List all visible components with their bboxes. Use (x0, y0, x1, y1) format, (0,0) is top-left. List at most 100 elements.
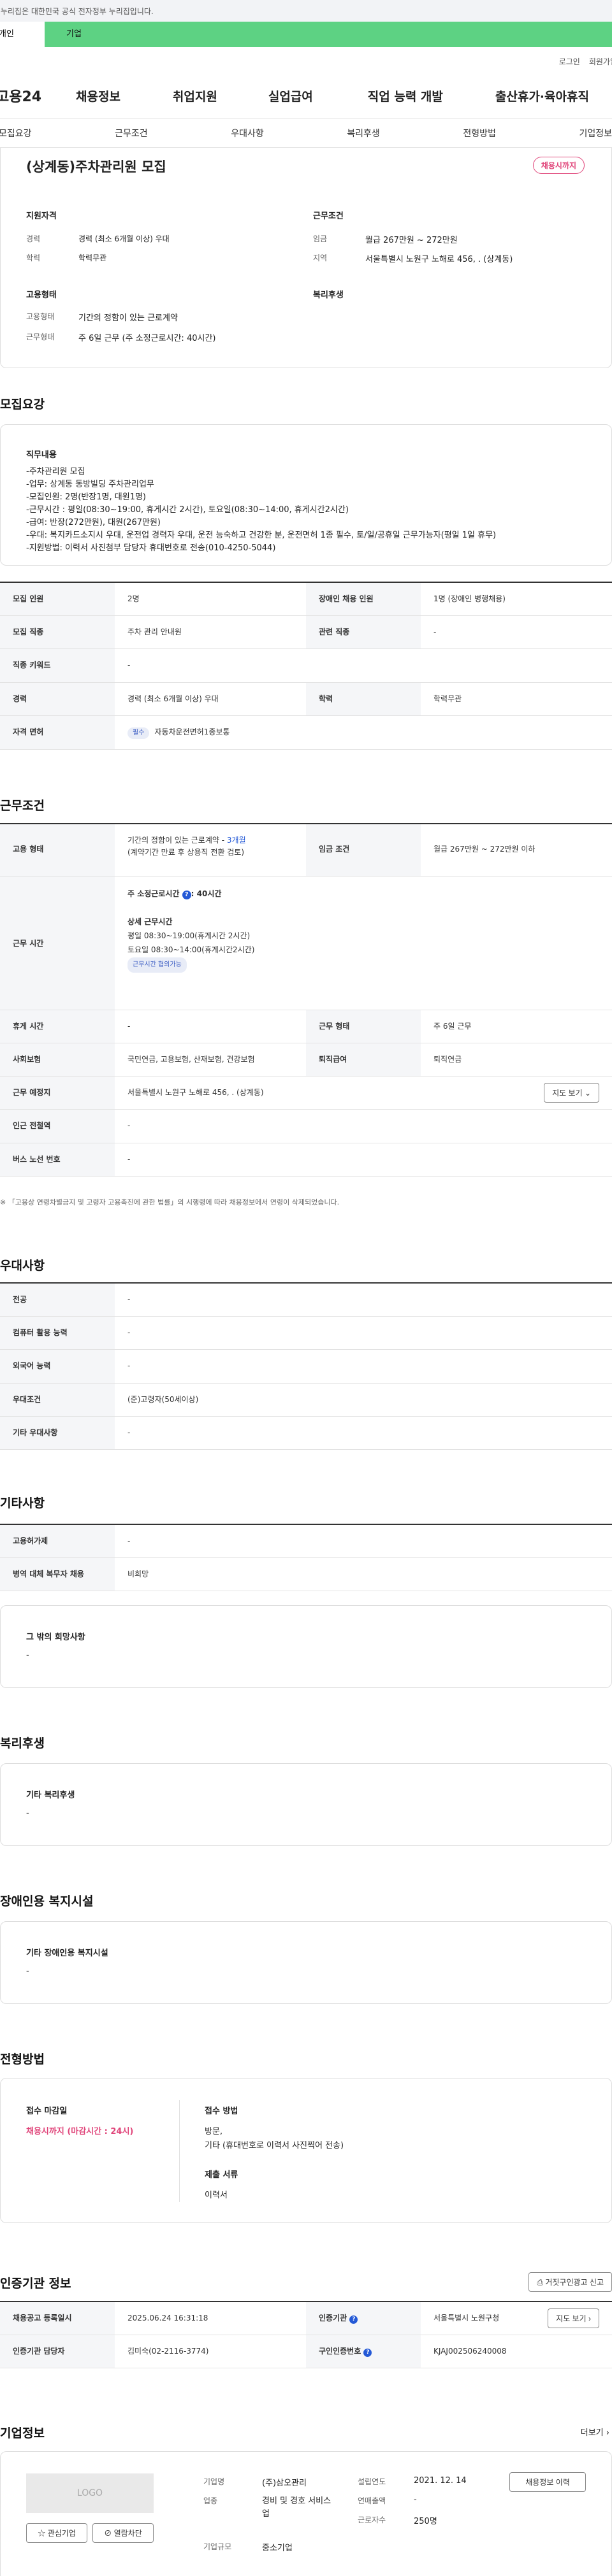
cell-label: 고용 형태 (0, 824, 115, 876)
career-label: 경력 (26, 234, 41, 243)
utility-nav: 로그인 회원가입 (0, 47, 612, 73)
cell-value: 서울특별시 노원구청 (433, 2314, 500, 2322)
career-value: 경력 (최소 6개월 이상) 우대 (78, 234, 170, 243)
cell-value: - (127, 1328, 131, 1338)
false-ad-report-button[interactable]: ⎙ 거짓구인광고 신고 (528, 2272, 612, 2292)
tab-company[interactable]: 기업 (45, 22, 99, 47)
disability-section-title: 장애인용 복지시설 (0, 1894, 94, 1908)
join-link[interactable]: 회원가입 (589, 56, 612, 73)
duty-lines: -주차관리원 모집 -업무: 상계동 동방빌딩 주차관리업무 -모집인원: 2명… (26, 466, 496, 555)
negotiable-tag: 근무시간 협의가능 (127, 957, 187, 973)
job-title: (상계동)주차관리원 모집 (26, 159, 166, 175)
cell-value: 기간의 정함이 있는 근로계약 - (127, 836, 227, 845)
wage-value: 월급 267만원 ~ 272만원 (365, 236, 458, 245)
cell-value: (준)고령자(50세이상) (127, 1394, 199, 1404)
cert-map-button[interactable]: 지도 보기 › (548, 2308, 599, 2329)
anchor-company[interactable]: 기업정보 (579, 127, 612, 140)
job-history-button[interactable]: 채용정보 이력 (509, 2472, 586, 2492)
cell-value: - (127, 1295, 131, 1304)
map-view-button[interactable]: 지도 보기 ⌄ (544, 1083, 599, 1103)
cert-table: 채용공고 등록일시 2025.06.24 16:31:18 인증기관 ? 서울특별… (0, 2301, 612, 2369)
cell-value: - (127, 661, 131, 670)
cell-value: 김미숙(02-2116-3774) (127, 2347, 209, 2356)
cell-label: 모집 직종 (0, 616, 115, 649)
saturday-hours: 토요일 08:30~14:00(휴게시간2시간) (127, 945, 255, 954)
age-notice: ※ 「고용상 연령차별금지 및 고령자 고용촉진에 관한 법률」의 시행령에 따… (0, 1198, 340, 1206)
duty-line: -주차관리원 모집 (26, 467, 85, 476)
company-size-label: 기업규모 (203, 2542, 232, 2551)
edu-value: 학력무관 (78, 254, 107, 262)
info-icon[interactable]: ? (363, 2349, 372, 2358)
duty-line: -지원방법: 이력서 사진첨부 담당자 휴대번호로 전송(010-4250-50… (26, 543, 276, 553)
duty-line: -모집인원: 2명(반장1명, 대원1명) (26, 492, 146, 502)
company-logo: LOGO (26, 2473, 154, 2513)
other-hope-box: 그 밖의 희망사항 - (0, 1605, 612, 1688)
cell-label: 버스 노선 번호 (0, 1143, 115, 1176)
method-value-1: 방문, (205, 2127, 223, 2136)
site-logo[interactable]: 고용24 (0, 85, 76, 106)
gnb-menu-unemployment-benefit[interactable]: 실업급여 (268, 87, 313, 104)
cell-label: 직종 키워드 (0, 649, 115, 682)
cell-label: 구인인증번호 ? (306, 2335, 421, 2368)
star-icon: ☆ (38, 2529, 46, 2538)
gov-notice-text: 이 누리집은 대한민국 공식 전자정부 누리집입니다. (0, 7, 154, 16)
cell-label: 퇴직급여 (306, 1043, 421, 1077)
duty-line: -근무시간 : 평일(08:30~19:00, 휴게시간 2시간), 토요일(0… (26, 505, 349, 515)
gnb-menu-skills[interactable]: 직업 능력 개발 (368, 87, 443, 104)
duty-line: -업무: 상계동 동방빌딩 주차관리업무 (26, 480, 154, 489)
duty-line: -우대: 복지카드소지시 우대, 운전업 경력자 우대, 운전 능숙하고 건강한… (26, 531, 497, 540)
anchor-recruit[interactable]: 모집요강 (0, 127, 32, 140)
contract-note: (계약기간 만료 후 상용직 전환 검토) (127, 848, 244, 857)
work-label: 근무형태 (26, 333, 55, 341)
cell-label: 채용공고 등록일시 (0, 2302, 115, 2335)
hope-heading: 그 밖의 희망사항 (26, 1633, 85, 1642)
gnb-menu-jobs[interactable]: 채용정보 (76, 87, 120, 104)
docs-heading: 제출 서류 (205, 2170, 238, 2180)
favorite-company-button[interactable]: ☆ 관심기업 (26, 2523, 87, 2543)
cell-value: 국민연금, 고용보험, 산재보험, 건강보험 (127, 1055, 255, 1064)
site-tabs: 개인 기업 (0, 22, 612, 47)
disability-box: 기타 장애인용 복지시설 - (0, 1921, 612, 2004)
cell-label: 모집 인원 (0, 583, 115, 616)
login-link[interactable]: 로그인 (559, 56, 580, 73)
cell-value: - (127, 1022, 131, 1031)
cert-section-title: 인증기관 정보 (0, 2277, 71, 2291)
cell-label: 인증기관 담당자 (0, 2335, 115, 2368)
cell-label: 기타 우대사항 (0, 1416, 115, 1449)
cell-label: 인근 전철역 (0, 1110, 115, 1143)
employees-value: 250명 (414, 2517, 437, 2526)
gnb-menu-parental-leave[interactable]: 출산휴가·육아휴직 (495, 87, 589, 104)
block-view-button[interactable]: ⊘ 열람차단 (92, 2523, 154, 2543)
global-nav: 고용24 채용정보 취업지원 실업급여 직업 능력 개발 출산휴가·육아휴직 (0, 73, 612, 118)
conditions-table: 고용 형태 기간의 정함이 있는 근로계약 - 3개월 (계약기간 만료 후 상용… (0, 823, 612, 1177)
emp-value: 기간의 정함이 있는 근로계약 (78, 313, 178, 323)
anchor-preferences[interactable]: 우대사항 (231, 127, 264, 140)
status-badge: 채용시까지 (532, 157, 585, 174)
weekly-hours-label: 주 소정근로시간 (127, 889, 180, 898)
company-more-link[interactable]: 더보기 › (581, 2426, 609, 2438)
disability-box-value: - (26, 1966, 29, 1976)
tab-personal[interactable]: 개인 (0, 22, 45, 47)
welfare-heading: 복리후생 (313, 290, 344, 300)
anchor-conditions[interactable]: 근무조건 (115, 127, 148, 140)
welfare-box-heading: 기타 복리후생 (26, 1791, 75, 1800)
cell-value: 월급 267만원 ~ 272만원 이하 (433, 845, 536, 854)
welfare-box: 기타 복리후생 - (0, 1763, 612, 1846)
cell-value: - (127, 1154, 131, 1164)
cell-value: 2025.06.24 16:31:18 (127, 2314, 208, 2322)
welfare-box-value: - (26, 1808, 29, 1818)
info-icon[interactable]: ? (182, 891, 191, 899)
method-value-2: 기타 (휴대번호로 이력서 사진찍어 전송) (205, 2141, 344, 2150)
gnb-menu-employment-support[interactable]: 취업지원 (173, 87, 217, 104)
cell-label: 고용허가제 (0, 1525, 115, 1558)
cell-value: - (433, 627, 437, 637)
anchor-selection[interactable]: 전형방법 (463, 127, 496, 140)
duty-line: -급여: 반장(272만원), 대원(267만원) (26, 518, 161, 527)
preference-table: 전공 - 컴퓨터 활용 능력 - 외국어 능력 - 우대조건 (준)고령자(50세이상)… (0, 1282, 612, 1450)
cell-label: 경력 (0, 682, 115, 715)
work-value: 주 6일 근무 (주 소정근로시간: 40시간) (78, 334, 216, 343)
info-icon[interactable]: ? (349, 2315, 358, 2324)
anchor-welfare[interactable]: 복리후생 (347, 127, 380, 140)
conditions-section-title: 근무조건 (0, 799, 45, 813)
cell-value: - (127, 1121, 131, 1131)
